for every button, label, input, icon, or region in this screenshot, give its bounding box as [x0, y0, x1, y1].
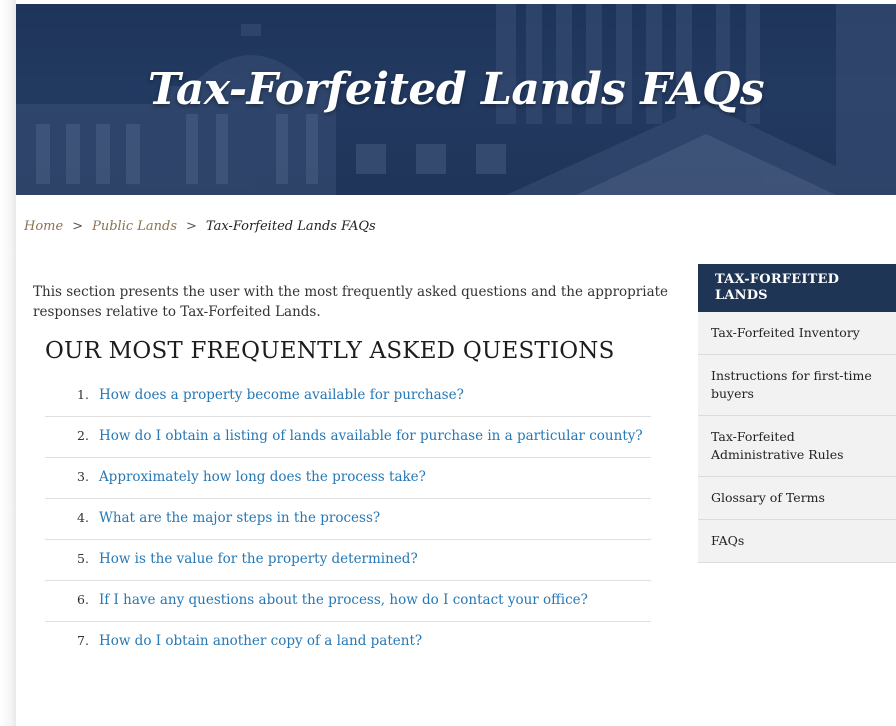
- faq-number: 2.: [77, 428, 89, 443]
- intro-text: This section presents the user with the …: [33, 284, 669, 320]
- breadcrumb-separator: >: [186, 219, 197, 234]
- sidebar-item-tax-forfeited-inventory[interactable]: Tax-Forfeited Inventory: [698, 312, 896, 355]
- faq-item: 5. How is the value for the property dete…: [45, 540, 651, 581]
- faq-question-link[interactable]: How does a property become available for…: [99, 387, 464, 403]
- breadcrumb-home-link[interactable]: Home: [24, 219, 63, 234]
- faq-question-link[interactable]: How do I obtain another copy of a land p…: [99, 633, 422, 649]
- faq-item: 2. How do I obtain a listing of lands ava…: [45, 417, 651, 458]
- page-title: Tax-Forfeited Lands FAQs: [147, 64, 765, 115]
- hero-banner: Tax-Forfeited Lands FAQs: [16, 4, 896, 195]
- faq-number: 4.: [77, 510, 89, 525]
- breadcrumb: Home > Public Lands > Tax-Forfeited Lands FA…: [24, 219, 376, 234]
- faq-number: 3.: [77, 469, 89, 484]
- faq-question-link[interactable]: How do I obtain a listing of lands avail…: [99, 428, 643, 444]
- sidebar-item-first-time-buyers[interactable]: Instructions for first-time buyers: [698, 355, 896, 416]
- faq-question-link[interactable]: If I have any questions about the proces…: [99, 592, 588, 608]
- faq-list: 1. How does a property become available f…: [45, 376, 651, 662]
- faq-item: 4. What are the major steps in the proces…: [45, 499, 651, 540]
- breadcrumb-separator: >: [72, 219, 84, 234]
- sidebar-header: TAX-FORFEITED LANDS: [698, 264, 896, 312]
- sidebar-item-administrative-rules[interactable]: Tax-Forfeited Administrative Rules: [698, 416, 896, 477]
- sidebar-item-faqs[interactable]: FAQs: [698, 520, 896, 563]
- faq-number: 5.: [77, 551, 89, 566]
- page-shadow-edge: [0, 0, 16, 726]
- faq-heading: OUR MOST FREQUENTLY ASKED QUESTIONS: [45, 338, 615, 364]
- faq-number: 6.: [77, 592, 89, 607]
- breadcrumb-current: Tax-Forfeited Lands FAQs: [205, 219, 376, 234]
- faq-item: 6. If I have any questions about the proc…: [45, 581, 651, 622]
- sidebar: TAX-FORFEITED LANDS Tax-Forfeited Invent…: [698, 264, 896, 563]
- sidebar-item-glossary[interactable]: Glossary of Terms: [698, 477, 896, 520]
- breadcrumb-public-lands-link[interactable]: Public Lands: [92, 219, 177, 234]
- faq-question-link[interactable]: What are the major steps in the process?: [99, 510, 380, 526]
- faq-number: 7.: [77, 633, 89, 648]
- faq-item: 7. How do I obtain another copy of a land…: [45, 622, 651, 662]
- faq-question-link[interactable]: Approximately how long does the process …: [99, 469, 426, 485]
- faq-item: 1. How does a property become available f…: [45, 376, 651, 417]
- faq-item: 3. Approximately how long does the proces…: [45, 458, 651, 499]
- faq-number: 1.: [77, 387, 89, 402]
- faq-question-link[interactable]: How is the value for the property determ…: [99, 551, 418, 567]
